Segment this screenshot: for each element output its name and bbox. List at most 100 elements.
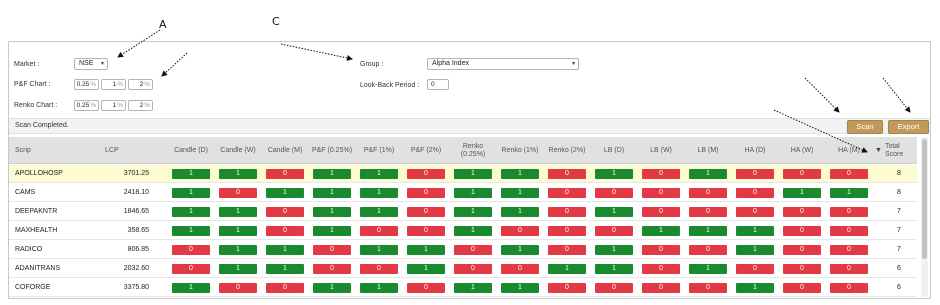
export-button[interactable]: Export (888, 120, 929, 134)
table-row[interactable]: ADANITRANS 2032.60 0 1 1 0 0 1 0 0 1 1 0 1 0 0 0 6 (9, 260, 917, 278)
signal-cell: 1 (266, 188, 304, 198)
signal-cell: 0 (830, 283, 868, 293)
pnf-box-0-input[interactable]: 0.25% (74, 79, 99, 90)
pnf-box-1-pct: % (117, 81, 123, 88)
signal-cell: 1 (689, 264, 727, 274)
signal-cell: 1 (501, 207, 539, 217)
col-signal-header[interactable]: LB (M) (686, 137, 730, 164)
signal-cell: 1 (736, 245, 774, 255)
signal-cell: 1 (407, 264, 445, 274)
signal-cell: 0 (501, 226, 539, 236)
signal-cell: 0 (454, 264, 492, 274)
signal-cell: 1 (595, 169, 633, 179)
col-signal-header[interactable]: LB (D) (592, 137, 636, 164)
signal-cell: 0 (219, 188, 257, 198)
signal-cell: 0 (642, 169, 680, 179)
cell-scrip: DEEPAKNTR (15, 208, 58, 215)
col-signal-header[interactable]: LB (W) (639, 137, 683, 164)
col-signal-header[interactable]: P&F (0.25%) (310, 137, 354, 164)
signal-cell: 1 (454, 226, 492, 236)
signal-cell: 0 (407, 283, 445, 293)
col-signal-header[interactable]: Candle (W) (216, 137, 260, 164)
signal-cell: 1 (219, 245, 257, 255)
signal-cell: 0 (642, 207, 680, 217)
signal-cell: 1 (219, 226, 257, 236)
signal-cell: 0 (360, 264, 398, 274)
signal-cell: 0 (407, 188, 445, 198)
cell-lcp: 2032.60 (123, 265, 149, 272)
signal-cell: 0 (830, 207, 868, 217)
table-row[interactable]: COFORGE 3375.80 1 0 0 1 1 0 1 1 0 0 0 0 1 0 0 6 (9, 279, 917, 297)
col-total-header[interactable]: ▼ Total Score (875, 137, 915, 164)
group-select[interactable]: Alpha Index ▾ (427, 58, 579, 70)
cell-lcp: 3375.80 (123, 284, 149, 291)
renko-box-2-input[interactable]: 2% (128, 100, 153, 111)
col-signal-header[interactable]: P&F (1%) (357, 137, 401, 164)
cell-lcp: 1846.65 (123, 208, 149, 215)
signal-cell: 0 (548, 207, 586, 217)
table-row[interactable]: CAMS 2418.10 1 0 1 1 1 0 1 1 0 0 0 0 0 1 1 8 (9, 184, 917, 202)
table-row[interactable]: DEEPAKNTR 1846.65 1 1 0 1 1 0 1 1 0 1 0 0 0 0 0 7 (9, 203, 917, 221)
col-signal-header[interactable]: Renko (2%) (545, 137, 589, 164)
cell-scrip: COFORGE (15, 284, 51, 291)
cell-total-score: 7 (897, 246, 901, 253)
col-signal-header[interactable]: Renko (0.25%) (451, 137, 495, 164)
col-signal-header[interactable]: HA (M) (827, 137, 871, 164)
renko-box-0-pct: % (90, 102, 96, 109)
signal-cell: 0 (830, 245, 868, 255)
col-scrip-header[interactable]: Scrip (15, 137, 75, 164)
table-row[interactable]: RADICO 806.85 0 1 1 0 1 1 0 1 0 1 0 0 1 0 0 7 (9, 241, 917, 259)
market-select[interactable]: NSE ▾ (74, 58, 108, 70)
col-signal-header[interactable]: P&F (2%) (404, 137, 448, 164)
signal-cell: 1 (736, 283, 774, 293)
signal-cell: 0 (595, 188, 633, 198)
signal-cell: 1 (360, 169, 398, 179)
signal-cell: 1 (595, 264, 633, 274)
pnf-box-1-input[interactable]: 1% (101, 79, 126, 90)
table-row[interactable]: APOLLOHOSP 3701.25 1 1 0 1 1 0 1 1 0 1 0 1 0 0 0 8 (9, 165, 917, 183)
signal-cell: 0 (548, 188, 586, 198)
lookback-input[interactable]: 0 (427, 79, 449, 90)
signal-cell: 0 (266, 207, 304, 217)
chevron-down-icon: ▾ (100, 61, 104, 67)
signal-cell: 0 (830, 226, 868, 236)
signal-cell: 1 (407, 245, 445, 255)
signal-cell: 0 (266, 283, 304, 293)
signal-cell: 1 (454, 188, 492, 198)
signal-cell: 1 (642, 226, 680, 236)
renko-box-0-input[interactable]: 0.25% (74, 100, 99, 111)
signal-cell: 0 (407, 169, 445, 179)
signal-cell: 1 (501, 169, 539, 179)
market-select-value: NSE (79, 60, 94, 67)
signal-cell: 1 (454, 169, 492, 179)
col-signal-header[interactable]: Candle (D) (169, 137, 213, 164)
signal-cell: 1 (313, 188, 351, 198)
scrollbar-thumb[interactable] (922, 139, 927, 259)
renko-box-1-input[interactable]: 1% (101, 100, 126, 111)
annotation-a: A (159, 18, 167, 31)
signal-cell: 0 (595, 283, 633, 293)
signal-cell: 1 (501, 245, 539, 255)
signal-cell: 1 (313, 226, 351, 236)
signal-cell: 0 (360, 226, 398, 236)
pnf-box-2-input[interactable]: 2% (128, 79, 153, 90)
cell-total-score: 6 (897, 284, 901, 291)
col-signal-header[interactable]: HA (W) (780, 137, 824, 164)
col-signal-header[interactable]: HA (D) (733, 137, 777, 164)
signal-cell: 1 (172, 188, 210, 198)
col-signal-header[interactable]: Renko (1%) (498, 137, 542, 164)
signal-cell: 0 (642, 188, 680, 198)
signal-cell: 0 (830, 264, 868, 274)
signal-cell: 0 (783, 283, 821, 293)
signal-cell: 1 (548, 264, 586, 274)
signal-cell: 1 (313, 207, 351, 217)
col-signal-header[interactable]: Candle (M) (263, 137, 307, 164)
signal-cell: 0 (783, 245, 821, 255)
cell-lcp: 2418.10 (123, 189, 149, 196)
col-lcp-header[interactable]: LCP (105, 137, 145, 164)
table-row[interactable]: MAXHEALTH 358.65 1 1 0 1 0 0 1 0 0 0 1 1 1 0 0 7 (9, 222, 917, 240)
scan-button[interactable]: Scan (847, 120, 883, 134)
signal-cell: 1 (172, 226, 210, 236)
table-scrollbar[interactable] (921, 137, 928, 297)
lookback-label: Look-Back Period : (360, 82, 420, 89)
